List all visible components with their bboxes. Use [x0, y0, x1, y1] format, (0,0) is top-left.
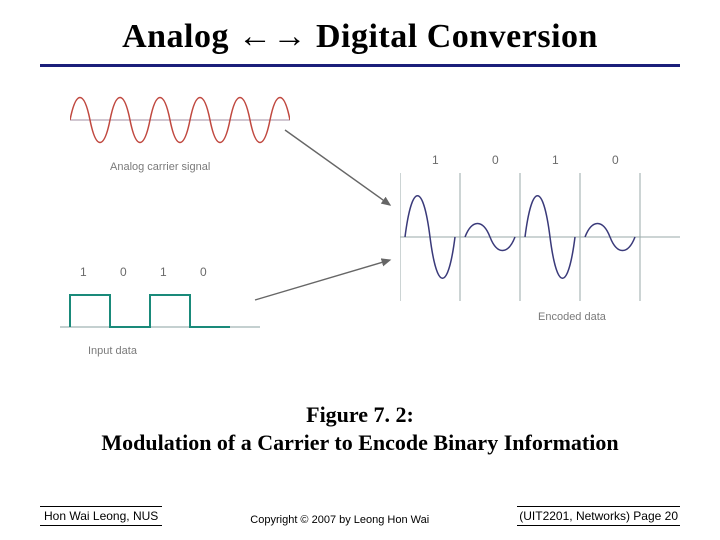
input-bit-0a: 0 — [120, 265, 127, 279]
input-data-plot — [60, 281, 260, 341]
footer-page-block: (UIT2201, Networks) Page 20 — [517, 506, 680, 526]
footer: Hon Wai Leong, NUS Copyright © 2007 by L… — [40, 506, 680, 526]
title-word-digital-conversion: Digital Conversion — [316, 18, 598, 55]
footer-pageinfo: (UIT2201, Networks) Page 20 — [517, 506, 680, 526]
title-underline — [40, 64, 680, 67]
encoded-bit-1b: 1 — [552, 153, 559, 167]
encoded-bit-1a: 1 — [432, 153, 439, 167]
carrier-signal-plot — [70, 85, 290, 155]
input-bit-1b: 1 — [160, 265, 167, 279]
input-bit-1a: 1 — [80, 265, 87, 279]
encoded-label: Encoded data — [538, 311, 606, 323]
input-label: Input data — [88, 345, 137, 357]
input-bit-0b: 0 — [200, 265, 207, 279]
footer-author-block: Hon Wai Leong, NUS — [40, 506, 162, 526]
slide: Analog ←→ Digital Conversion Analog carr… — [0, 0, 720, 540]
title-block: Analog ←→ Digital Conversion — [40, 18, 680, 67]
footer-copyright: Copyright © 2007 by Leong Hon Wai — [162, 514, 517, 526]
arrow-input-to-encoded-icon — [255, 260, 390, 300]
caption-block: Figure 7. 2: Modulation of a Carrier to … — [40, 401, 680, 456]
figure-number: Figure 7. 2: — [40, 401, 680, 429]
diagram-area: Analog carrier signal 1 0 1 0 Input data… — [40, 75, 680, 395]
slide-title: Analog ←→ Digital Conversion — [40, 18, 680, 56]
encoded-bit-0b: 0 — [612, 153, 619, 167]
encoded-bit-0a: 0 — [492, 153, 499, 167]
figure-caption: Modulation of a Carrier to Encode Binary… — [40, 429, 680, 457]
carrier-label: Analog carrier signal — [110, 161, 210, 173]
footer-author: Hon Wai Leong, NUS — [40, 506, 162, 526]
arrow-carrier-to-encoded-icon — [285, 130, 390, 205]
arrow-left-right-icon: ←→ — [238, 18, 307, 55]
title-word-analog: Analog — [122, 18, 229, 55]
encoded-data-plot — [400, 167, 680, 307]
